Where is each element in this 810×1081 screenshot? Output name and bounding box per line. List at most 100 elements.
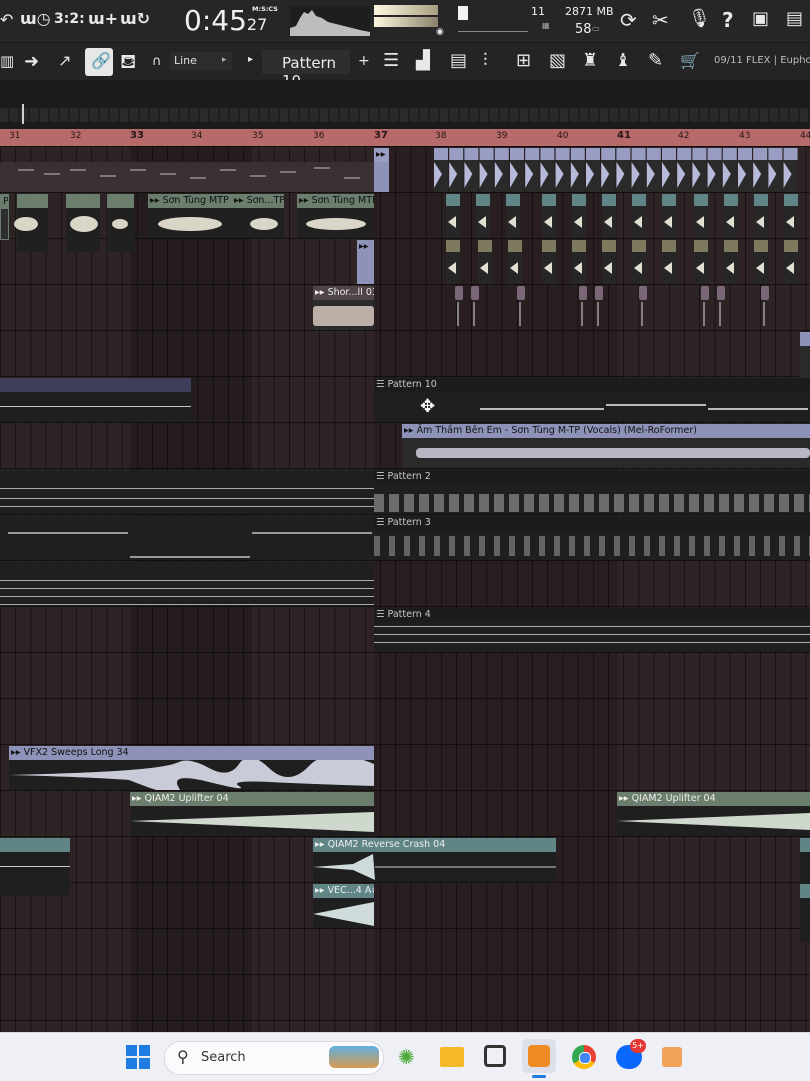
- audio-clip[interactable]: [572, 194, 586, 238]
- kick-clip-series[interactable]: [434, 148, 810, 192]
- taskbar-search-box[interactable]: ⚲ Search: [164, 1041, 384, 1075]
- kick-clip[interactable]: [616, 148, 631, 192]
- audio-clip[interactable]: [508, 240, 522, 284]
- playlist-grid[interactable]: ▸▸ P ▸▸ Sơn Tùng MTP ▸▸ Sơn...TP ▸▸ Sơn …: [0, 146, 810, 1032]
- audio-clip[interactable]: [784, 194, 798, 238]
- audio-clip-hits-left[interactable]: [0, 162, 374, 192]
- audio-clip[interactable]: [784, 240, 798, 284]
- audio-clip[interactable]: [724, 240, 738, 284]
- slide-tool-icon[interactable]: ↗: [58, 53, 71, 69]
- snare-clip[interactable]: [761, 286, 769, 326]
- audio-clip[interactable]: [542, 240, 556, 284]
- kick-clip[interactable]: [434, 148, 448, 192]
- audio-clip[interactable]: [754, 240, 768, 284]
- audio-clip[interactable]: [446, 240, 460, 284]
- teal-clip-series[interactable]: [446, 194, 810, 238]
- crash-clip-left[interactable]: [0, 838, 70, 896]
- kick-clip[interactable]: [783, 148, 798, 192]
- kick-clip[interactable]: [677, 148, 692, 192]
- uplifter-clip-1[interactable]: ▸▸ QIAM2 Uplifter 04: [130, 792, 374, 836]
- tool-icon[interactable]: ✎: [648, 52, 663, 70]
- audio-clip[interactable]: [476, 194, 490, 238]
- kick-clip[interactable]: [570, 148, 585, 192]
- kick-clip[interactable]: [753, 148, 768, 192]
- playlist-overview[interactable]: [0, 80, 810, 129]
- save-icon[interactable]: ▣: [752, 10, 769, 28]
- audio-clip[interactable]: [662, 240, 676, 284]
- oscilloscope-graph[interactable]: [290, 6, 370, 36]
- snare-clip[interactable]: [639, 286, 647, 326]
- reverse-crash-clip[interactable]: ▸▸ QIAM2 Reverse Crash 04: [313, 838, 556, 882]
- snare-clip[interactable]: [455, 286, 463, 326]
- olive-clip-series[interactable]: [446, 240, 810, 284]
- audio-clip[interactable]: [478, 240, 492, 284]
- shor-clip[interactable]: ▸▸ Shor...ll 03: [313, 286, 374, 330]
- master-pitch-slider[interactable]: [458, 31, 528, 32]
- snare-clip-series[interactable]: [455, 286, 775, 330]
- stamp-icon[interactable]: ⛾: [120, 51, 136, 71]
- start-button[interactable]: [126, 1045, 150, 1069]
- kick-clip[interactable]: [722, 148, 737, 192]
- undo-icon[interactable]: ↶: [0, 12, 13, 28]
- kick-clip[interactable]: [479, 148, 494, 192]
- kick-clip[interactable]: [707, 148, 722, 192]
- snare-clip[interactable]: [517, 286, 525, 326]
- kick-clip[interactable]: [692, 148, 707, 192]
- pattern-prev-icon[interactable]: ▸: [248, 55, 253, 65]
- link-button[interactable]: 🔗: [85, 48, 113, 76]
- project-icon[interactable]: ▧: [549, 52, 566, 70]
- tempo-tap-icon[interactable]: ɯ◷: [20, 11, 51, 27]
- pattern-clip-row10-left[interactable]: [0, 562, 374, 606]
- audio-clip[interactable]: [572, 240, 586, 284]
- audio-clip[interactable]: [724, 194, 738, 238]
- audio-clip[interactable]: [506, 194, 520, 238]
- vfx-sweeps-clip[interactable]: ▸▸ VFX2 Sweeps Long 34: [9, 746, 374, 790]
- kick-clip[interactable]: [510, 148, 524, 192]
- kick-clip[interactable]: [494, 148, 509, 192]
- pattern-10-clip[interactable]: ☰ Pattern 10: [374, 378, 810, 422]
- shop-icon[interactable]: 🛒: [680, 53, 700, 69]
- audio-clip-blue[interactable]: ▸▸: [357, 240, 374, 284]
- audio-clip-kick-37[interactable]: ▸▸: [374, 148, 389, 192]
- overview-position-marker[interactable]: [22, 104, 24, 124]
- audio-clip[interactable]: [754, 194, 768, 238]
- render-icon[interactable]: ▤: [786, 10, 803, 28]
- file-explorer-icon[interactable]: [440, 1047, 464, 1067]
- kick-clip[interactable]: [525, 148, 540, 192]
- browser-icon[interactable]: ⊞: [516, 52, 531, 70]
- eye-icon[interactable]: ◉: [436, 28, 444, 37]
- audio-clip[interactable]: [602, 194, 616, 238]
- time-signature-icon[interactable]: 3:2:: [54, 12, 85, 26]
- pattern-2-clip[interactable]: ☰ Pattern 2: [374, 470, 810, 514]
- fl-studio-taskbar-button[interactable]: [522, 1039, 556, 1078]
- unity-icon[interactable]: [484, 1045, 506, 1067]
- master-pitch-knob[interactable]: [458, 6, 468, 20]
- pattern-4-clip[interactable]: ☰ Pattern 4: [374, 608, 810, 652]
- audio-clip[interactable]: [542, 194, 556, 238]
- snare-clip[interactable]: [595, 286, 603, 326]
- app-icon-green[interactable]: ✺: [398, 1045, 415, 1069]
- channel-rack-icon[interactable]: ▤: [450, 52, 467, 70]
- plugin-icon[interactable]: ♜: [582, 52, 598, 70]
- kick-clip[interactable]: [464, 148, 479, 192]
- kick-clip[interactable]: [646, 148, 661, 192]
- snare-clip[interactable]: [471, 286, 479, 326]
- kick-clip[interactable]: [449, 148, 464, 192]
- snare-clip[interactable]: [701, 286, 709, 326]
- audio-clip[interactable]: [632, 194, 646, 238]
- vocals-clip[interactable]: ▸▸ Âm Thầm Bên Em - Sơn Tùng M-TP (Vocal…: [402, 424, 810, 468]
- piano-icon[interactable]: ▥: [0, 54, 14, 69]
- pattern-3-clip[interactable]: ☰ Pattern 3: [374, 516, 810, 560]
- metronome-icon[interactable]: ɯ↻: [120, 11, 150, 27]
- audio-clip[interactable]: [632, 240, 646, 284]
- audio-clip[interactable]: [694, 240, 708, 284]
- kick-clip[interactable]: [631, 148, 646, 192]
- help-icon[interactable]: ?: [722, 10, 734, 30]
- snare-clip[interactable]: [579, 286, 587, 326]
- kick-clip[interactable]: [540, 148, 555, 192]
- timeline-ruler[interactable]: 31 32 33 34 35 36 37 38 39 40 41 42 43 4…: [0, 129, 810, 146]
- kick-clip[interactable]: [601, 148, 616, 192]
- app-icon-orange[interactable]: [662, 1047, 682, 1067]
- audio-clip[interactable]: [602, 240, 616, 284]
- snap-select[interactable]: Line ▸: [170, 52, 232, 70]
